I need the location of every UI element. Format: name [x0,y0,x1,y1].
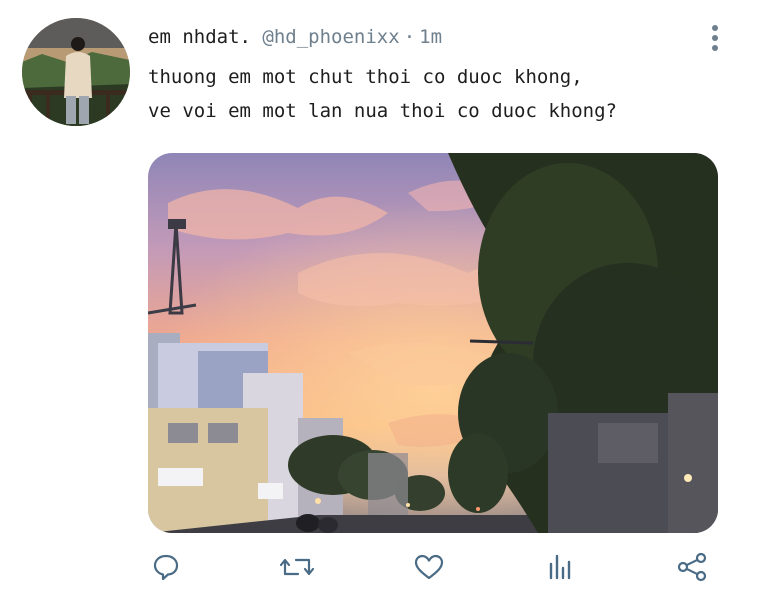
heart-icon [414,554,444,580]
reply-button[interactable] [144,545,188,589]
reply-icon [153,554,179,581]
share-nodes-icon [677,552,707,582]
bar-stats-icon [549,554,571,580]
tweet-photo[interactable] [148,153,718,533]
sunset-street-image [148,153,718,533]
share-button[interactable] [670,545,714,589]
retweet-icon [279,558,315,576]
like-button[interactable] [407,545,451,589]
user-handle[interactable]: @hd_phoenixx [262,26,399,48]
tweet-text-line: thuong em mot chut thoi co duoc khong, [148,66,583,88]
display-name[interactable]: em nhdat. [148,26,251,48]
tweet-text: thuong em mot chut thoi co duoc khong, v… [148,60,668,128]
retweet-button[interactable] [275,545,319,589]
more-options-icon[interactable] [703,22,727,54]
tweet-header: em nhdat. @hd_phoenixx · 1m [148,26,442,48]
separator-dot: · [403,26,416,48]
tweet-text-line: ve voi em mot lan nua thoi co duoc khong… [148,100,617,122]
tweet-time[interactable]: 1m [419,26,442,48]
stats-button[interactable] [538,545,582,589]
avatar-photo [22,18,130,126]
tweet-actions-bar [0,545,760,590]
profile-avatar[interactable] [22,18,130,126]
